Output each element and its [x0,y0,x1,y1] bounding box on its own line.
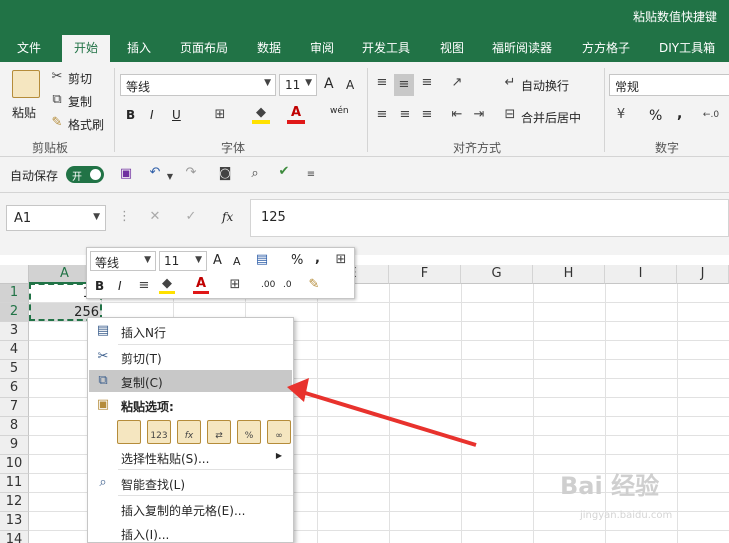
arrow-head [287,378,309,402]
annotation-arrow [287,378,477,447]
watermark-logo: Bai 经验 [560,472,660,500]
watermark-url: jingyan.baidu.com [580,510,673,521]
arrow-shaft [301,390,477,447]
excel-window: 粘贴数值快捷键 文件 开始 插入 页面布局 数据 审阅 开发工具 视图 福昕阅读… [0,0,729,543]
